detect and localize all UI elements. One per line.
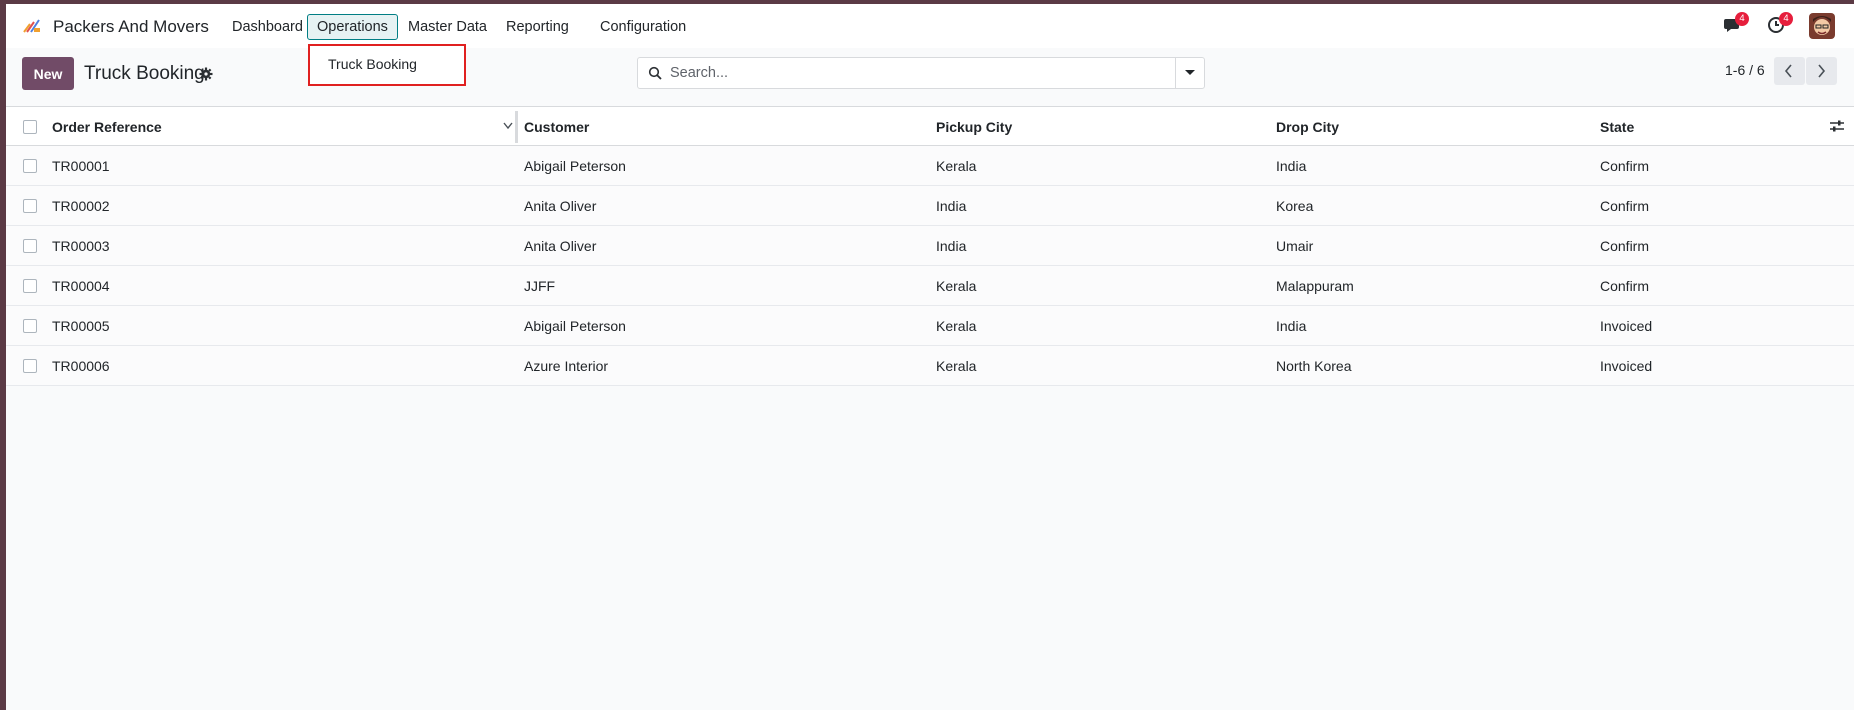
chevron-right-icon xyxy=(1818,64,1826,78)
column-state[interactable]: State xyxy=(1600,119,1634,135)
cell-pickup-city: India xyxy=(936,238,967,254)
sort-chevron-down-icon[interactable] xyxy=(503,122,513,130)
cell-state: Invoiced xyxy=(1600,318,1653,334)
cell-customer: Anita Oliver xyxy=(524,238,597,254)
cell-state: Confirm xyxy=(1600,198,1650,214)
chevron-left-icon xyxy=(1784,64,1792,78)
cell-order-reference: TR00003 xyxy=(52,238,110,254)
column-resize-handle[interactable] xyxy=(515,111,518,143)
user-avatar[interactable] xyxy=(1809,13,1835,39)
cell-customer: Abigail Peterson xyxy=(524,318,626,334)
cell-drop-city: India xyxy=(1276,318,1307,334)
table-header: Order Reference Customer Pickup City Dro… xyxy=(6,106,1854,146)
row-checkbox[interactable] xyxy=(23,239,37,253)
messages-button[interactable]: 4 xyxy=(1723,12,1749,36)
row-checkbox[interactable] xyxy=(23,159,37,173)
cell-pickup-city: Kerala xyxy=(936,278,977,294)
cell-customer: Abigail Peterson xyxy=(524,158,626,174)
app-name[interactable]: Packers And Movers xyxy=(53,17,209,37)
cell-order-reference: TR00006 xyxy=(52,358,110,374)
cell-customer: Anita Oliver xyxy=(524,198,597,214)
pager-next-button[interactable] xyxy=(1806,57,1837,85)
list-view-table: Order Reference Customer Pickup City Dro… xyxy=(6,106,1854,386)
page-title: Truck Booking xyxy=(84,63,205,84)
cell-state: Invoiced xyxy=(1600,358,1653,374)
app-logo-icon[interactable] xyxy=(22,18,42,34)
cell-drop-city: Malappuram xyxy=(1276,278,1354,294)
column-drop-city[interactable]: Drop City xyxy=(1276,119,1339,135)
table-row[interactable]: TR00006 Azure Interior Kerala North Kore… xyxy=(6,346,1854,386)
cell-pickup-city: India xyxy=(936,198,967,214)
row-checkbox[interactable] xyxy=(23,279,37,293)
search-input[interactable] xyxy=(670,58,1150,88)
cell-drop-city: India xyxy=(1276,158,1307,174)
cell-order-reference: TR00004 xyxy=(52,278,110,294)
cell-order-reference: TR00005 xyxy=(52,318,110,334)
menu-dashboard[interactable]: Dashboard xyxy=(223,14,312,40)
column-customer[interactable]: Customer xyxy=(524,119,589,135)
table-row[interactable]: TR00004 JJFF Kerala Malappuram Confirm xyxy=(6,266,1854,306)
cell-pickup-city: Kerala xyxy=(936,358,977,374)
pager-value[interactable]: 1-6 / 6 xyxy=(1725,62,1765,78)
app-frame: Packers And Movers Dashboard Operations … xyxy=(6,4,1854,710)
table-row[interactable]: TR00005 Abigail Peterson Kerala India In… xyxy=(6,306,1854,346)
cell-pickup-city: Kerala xyxy=(936,158,977,174)
cell-pickup-city: Kerala xyxy=(936,318,977,334)
row-checkbox[interactable] xyxy=(23,359,37,373)
menu-reporting[interactable]: Reporting xyxy=(497,14,578,40)
activities-badge: 4 xyxy=(1779,12,1793,26)
cell-drop-city: Korea xyxy=(1276,198,1314,214)
table-row[interactable]: TR00001 Abigail Peterson Kerala India Co… xyxy=(6,146,1854,186)
cell-customer: JJFF xyxy=(524,278,556,294)
row-checkbox[interactable] xyxy=(23,319,37,333)
cell-order-reference: TR00002 xyxy=(52,198,110,214)
search-bar xyxy=(637,57,1205,89)
menu-operations[interactable]: Operations xyxy=(307,14,398,40)
top-navbar: Packers And Movers Dashboard Operations … xyxy=(6,4,1854,48)
cell-order-reference: TR00001 xyxy=(52,158,110,174)
cell-drop-city: North Korea xyxy=(1276,358,1352,374)
menu-configuration[interactable]: Configuration xyxy=(591,14,695,40)
table-row[interactable]: TR00003 Anita Oliver India Umair Confirm xyxy=(6,226,1854,266)
cell-drop-city: Umair xyxy=(1276,238,1314,254)
menu-master-data[interactable]: Master Data xyxy=(399,14,496,40)
optional-columns-icon[interactable] xyxy=(1830,120,1844,133)
new-button[interactable]: New xyxy=(22,57,74,90)
messages-badge: 4 xyxy=(1735,12,1749,26)
cell-state: Confirm xyxy=(1600,158,1650,174)
column-order-reference[interactable]: Order Reference xyxy=(52,119,162,135)
search-options-toggle[interactable] xyxy=(1175,58,1204,88)
column-pickup-city[interactable]: Pickup City xyxy=(936,119,1012,135)
cell-state: Confirm xyxy=(1600,278,1650,294)
table-row[interactable]: TR00002 Anita Oliver India Korea Confirm xyxy=(6,186,1854,226)
row-checkbox[interactable] xyxy=(23,199,37,213)
pager-previous-button[interactable] xyxy=(1774,57,1805,85)
search-icon xyxy=(648,66,662,80)
select-all-checkbox[interactable] xyxy=(23,120,37,134)
user-avatar-icon xyxy=(1809,13,1835,39)
cell-state: Confirm xyxy=(1600,238,1650,254)
operations-dropdown-menu: Truck Booking xyxy=(308,44,466,86)
dropdown-item-truck-booking[interactable]: Truck Booking xyxy=(328,56,417,72)
activities-button[interactable]: 4 xyxy=(1767,12,1793,36)
gear-icon[interactable] xyxy=(199,67,213,81)
cell-customer: Azure Interior xyxy=(524,358,609,374)
